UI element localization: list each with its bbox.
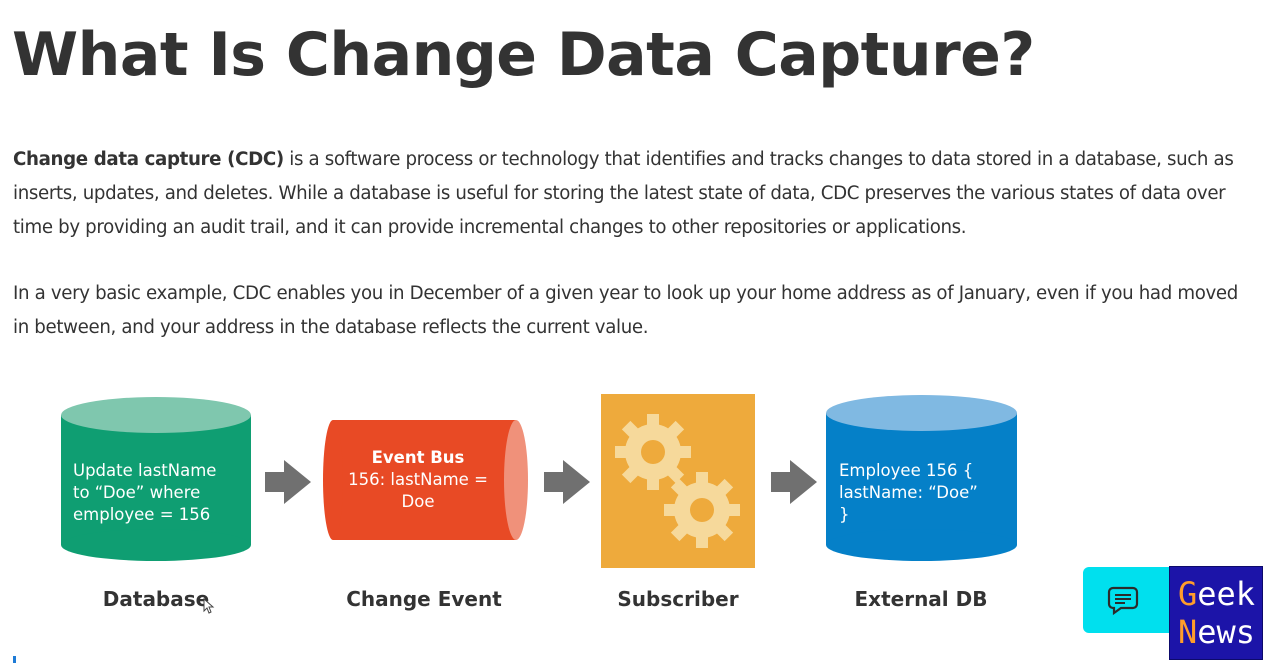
event-bus-text-line: Doe	[401, 492, 435, 511]
external-db-text: Employee 156 { lastName: “Doe” }	[839, 460, 1014, 526]
intro-paragraph: Change data capture (CDC) is a software …	[13, 143, 1253, 245]
event-bus-text-line: 156: lastName =	[348, 470, 488, 489]
badge-line-2: News	[1178, 613, 1262, 651]
external-db-bottom	[826, 529, 1017, 561]
external-db-text-line: }	[839, 505, 850, 524]
mouse-cursor-icon	[203, 598, 215, 614]
badge-line-1: Geek	[1178, 575, 1262, 613]
database-bottom	[61, 529, 251, 561]
database-text-line: to “Doe” where	[73, 483, 201, 502]
geeknews-badge[interactable]: Geek News	[1169, 566, 1263, 660]
page-title: What Is Change Data Capture?	[12, 20, 1035, 90]
subscriber-box	[601, 394, 755, 568]
chat-bubble-icon	[1107, 586, 1139, 616]
arrow-right-icon	[771, 460, 817, 504]
external-db-top	[826, 395, 1017, 431]
cdc-term: Change data capture (CDC)	[13, 149, 284, 170]
event-bus-text: Event Bus 156: lastName = Doe	[333, 447, 503, 513]
badge-accent-n: N	[1178, 613, 1198, 651]
badge-rest-1: eek	[1197, 575, 1256, 613]
badge-rest-2: ews	[1197, 613, 1256, 651]
subscriber-label: Subscriber	[617, 587, 739, 611]
edge-marker	[13, 656, 16, 663]
cdc-diagram: Update lastName to “Doe” where employee …	[0, 380, 1268, 640]
arrow-right-icon	[544, 460, 590, 504]
gear-icon	[664, 472, 740, 548]
external-db-text-line: Employee 156 {	[839, 461, 974, 480]
external-db-label: External DB	[854, 587, 988, 611]
external-db-text-line: lastName: “Doe”	[839, 483, 978, 502]
example-paragraph: In a very basic example, CDC enables you…	[13, 283, 1238, 338]
database-top	[61, 397, 251, 433]
event-bus-heading: Event Bus	[371, 448, 465, 467]
gear-icon	[615, 414, 691, 490]
database-text-line: employee = 156	[73, 505, 211, 524]
change-event-label: Change Event	[346, 587, 502, 611]
database-text: Update lastName to “Doe” where employee …	[73, 460, 248, 526]
event-bus-cap	[504, 420, 528, 540]
chat-widget-button[interactable]	[1083, 567, 1183, 633]
badge-accent-g: G	[1178, 575, 1198, 613]
database-text-line: Update lastName	[73, 461, 217, 480]
arrow-right-icon	[265, 460, 311, 504]
